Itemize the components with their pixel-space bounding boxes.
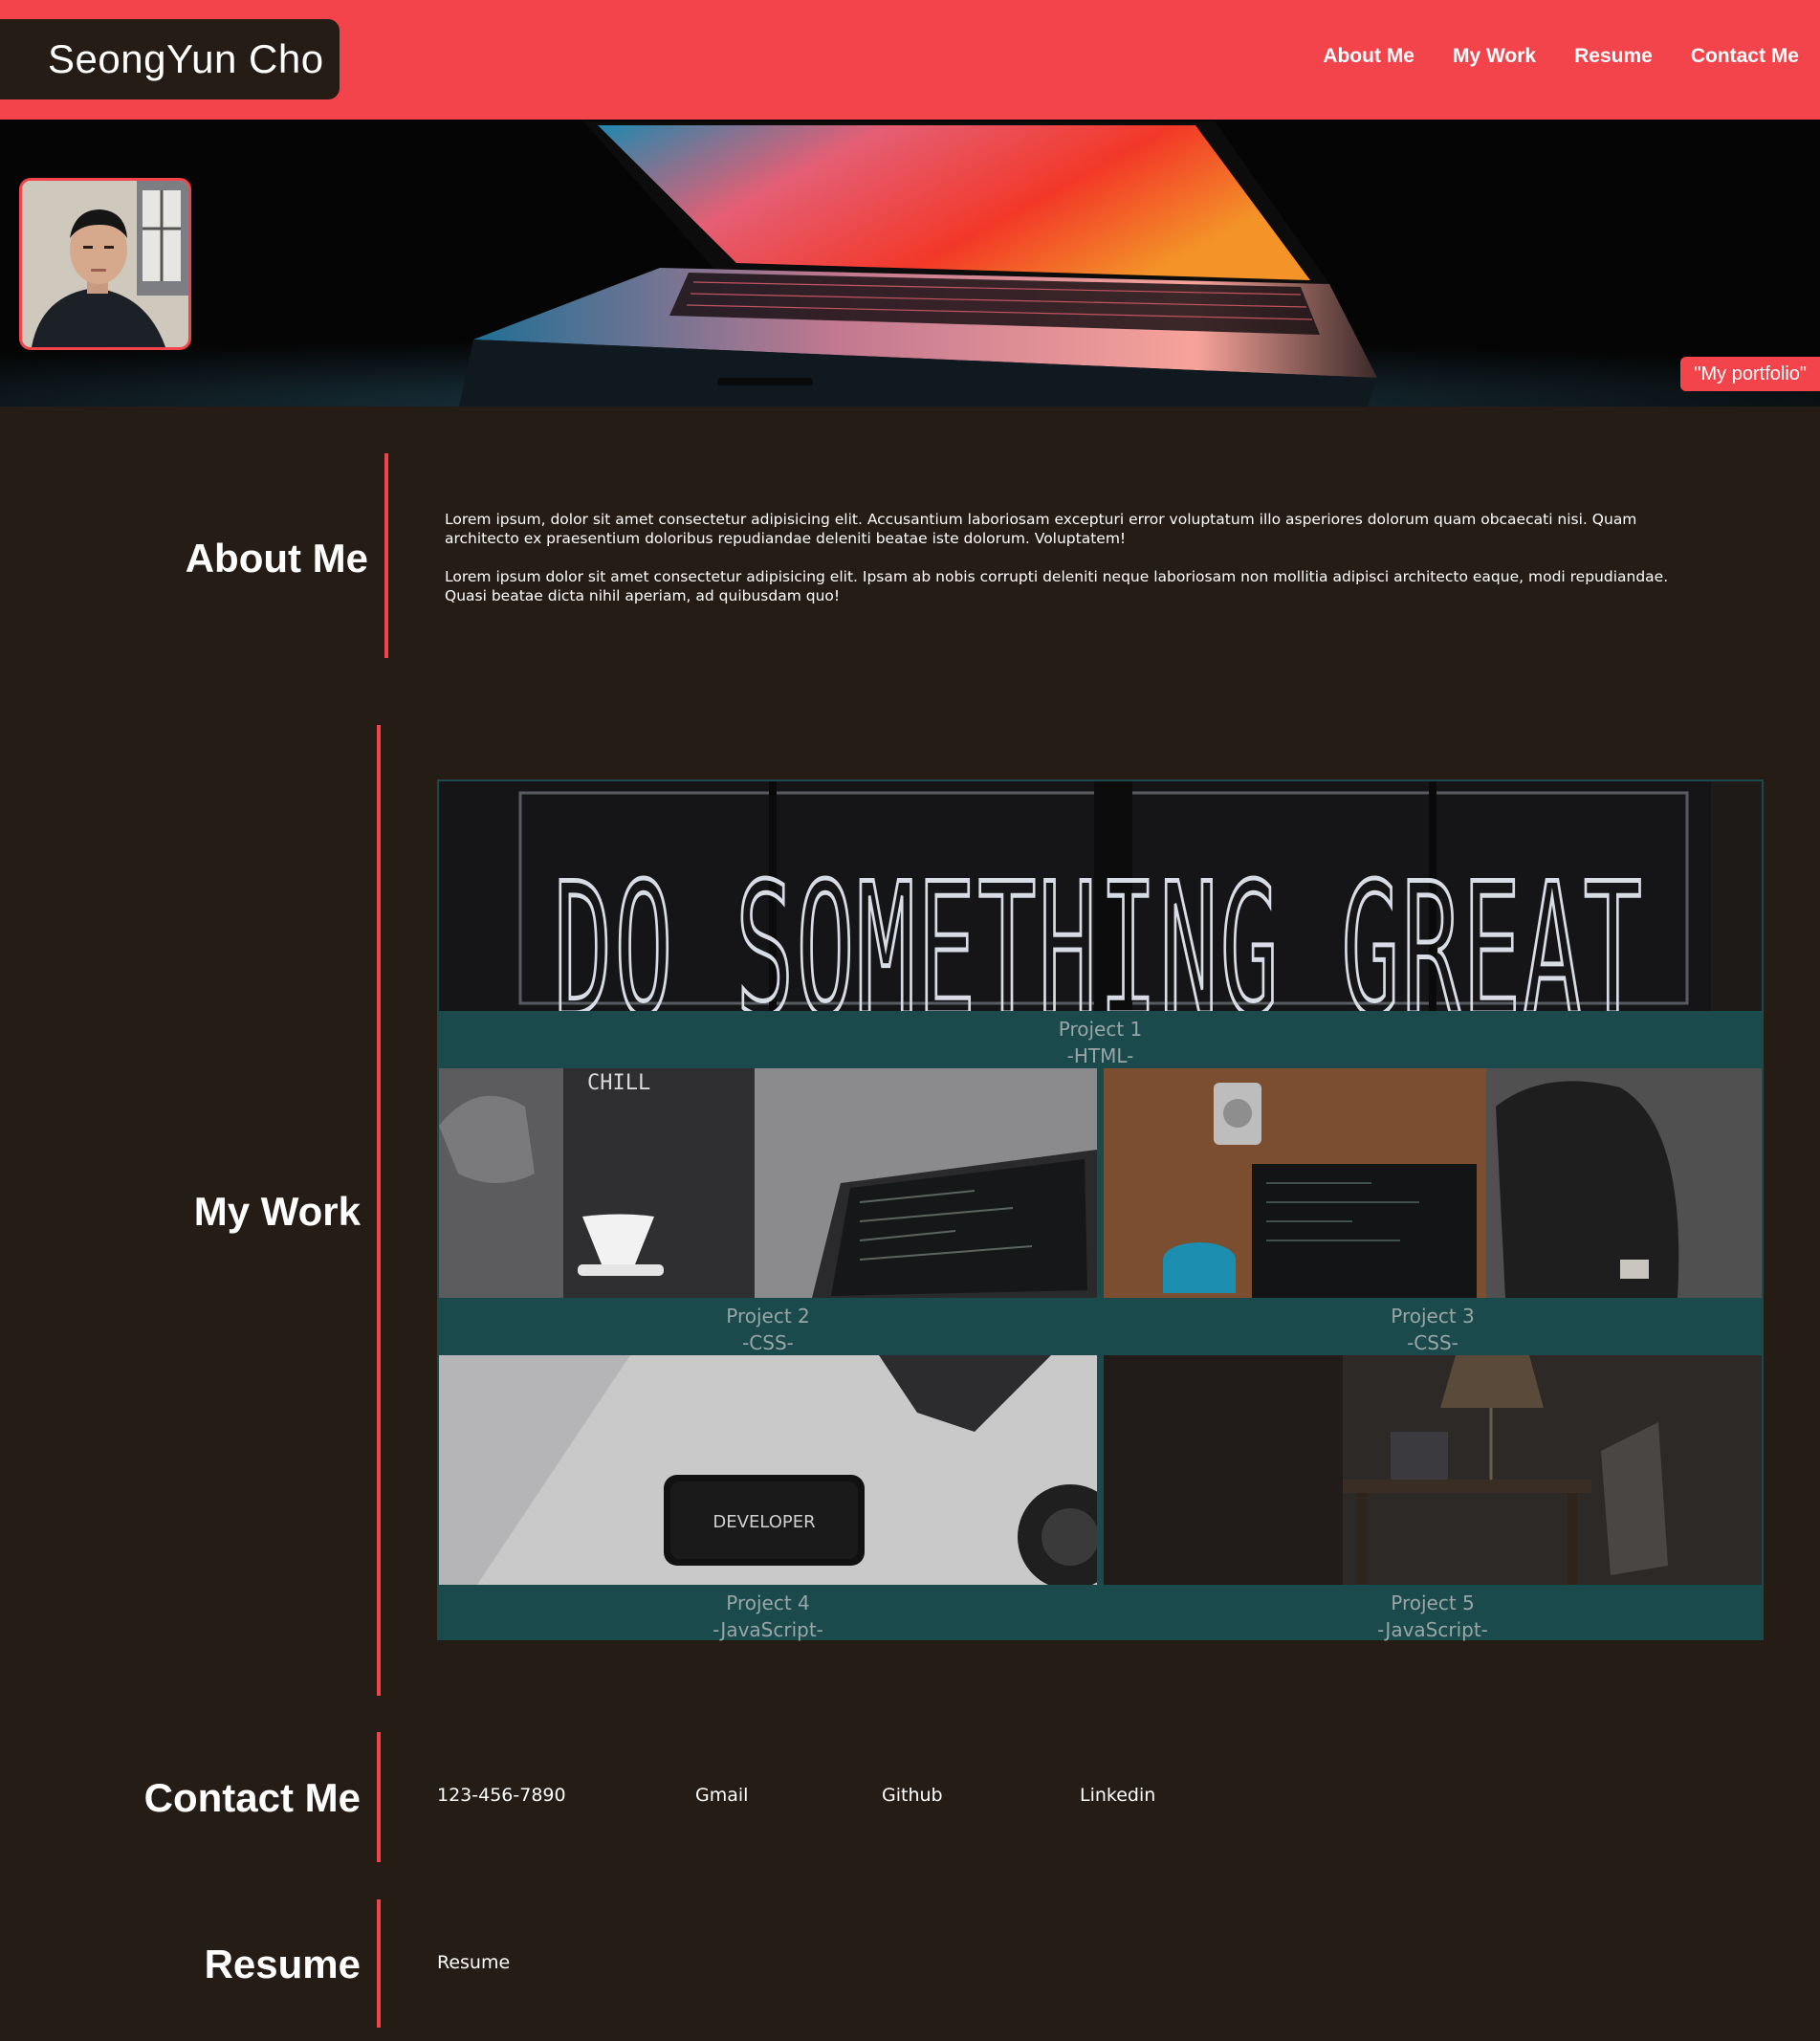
project-5-tech: -JavaScript- [1377,1618,1488,1641]
contact-phone[interactable]: 123-456-7890 [437,1785,566,1806]
project-card-2[interactable]: CHILL Project 2 -CSS- [439,1068,1097,1355]
project-2-image: CHILL [439,1068,1097,1298]
profile-avatar[interactable] [19,178,191,350]
hero-banner: "My portfolio" [0,120,1820,406]
contact-github-link[interactable]: Github [882,1785,943,1806]
project-1-name: Project 1 [1058,1018,1143,1041]
project-3-tech: -CSS- [1407,1331,1458,1354]
brand-name[interactable]: SeongYun Cho [0,19,340,99]
work-divider [377,725,381,1696]
contact-gmail-link[interactable]: Gmail [695,1785,748,1806]
project-4-tech: -JavaScript- [713,1618,823,1641]
project-3-image [1104,1068,1762,1298]
project-4-image: DEVELOPER [439,1355,1097,1585]
site-header: SeongYun Cho About Me My Work Resume Con… [0,0,1820,120]
resume-link[interactable]: Resume [437,1952,510,1973]
project-2-tech: -CSS- [742,1331,794,1354]
project-4-name: Project 4 [726,1591,810,1614]
project-4-image-text: DEVELOPER [713,1512,815,1532]
contact-divider [377,1732,381,1862]
about-paragraph: Lorem ipsum, dolor sit amet consectetur … [445,511,1637,547]
resume-divider [377,1899,381,2028]
project-card-3[interactable]: Project 3 -CSS- [1104,1068,1762,1355]
project-3-name: Project 3 [1391,1305,1475,1328]
project-1-image: DO SOMETHING GREAT [439,781,1762,1011]
about-text: Lorem ipsum, dolor sit amet consectetur … [445,510,1669,625]
portfolio-tag: "My portfolio" [1680,357,1820,391]
my-work-title: My Work [193,1189,361,1234]
laptop-hero-image [0,120,1820,406]
resume-title: Resume [204,1942,361,1986]
project-2-name: Project 2 [726,1305,810,1328]
project-card-1[interactable]: DO SOMETHING GREAT Project 1 -HTML- [439,781,1762,1068]
project-grid: DO SOMETHING GREAT Project 1 -HTML- CHIL… [437,779,1764,1642]
project-5-name: Project 5 [1391,1591,1475,1614]
project-card-4[interactable]: DEVELOPER Project 4 -JavaScript- [439,1355,1097,1642]
nav-about-me[interactable]: About Me [1323,45,1414,68]
project-card-5[interactable]: Project 5 -JavaScript- [1104,1355,1762,1642]
project-2-image-text: CHILL [587,1071,650,1095]
project-1-tech: -HTML- [1066,1044,1134,1067]
about-paragraph: Lorem ipsum dolor sit amet consectetur a… [445,568,1669,604]
portfolio-page: SeongYun Cho About Me My Work Resume Con… [0,0,1820,2041]
profile-photo [22,181,188,347]
contact-links: 123-456-7890 Gmail Github Linkedin [437,1785,1298,1813]
contact-linkedin-link[interactable]: Linkedin [1080,1785,1155,1806]
contact-me-title: Contact Me [143,1775,361,1820]
about-me-title: About Me [185,536,368,581]
project-5-image [1104,1355,1762,1585]
main-nav: About Me My Work Resume Contact Me [1323,0,1799,113]
project-1-image-text: DO SOMETHING GREAT [554,845,1644,1011]
about-divider [384,453,388,658]
nav-resume[interactable]: Resume [1574,45,1653,68]
nav-my-work[interactable]: My Work [1453,45,1536,68]
nav-contact-me[interactable]: Contact Me [1691,45,1799,68]
